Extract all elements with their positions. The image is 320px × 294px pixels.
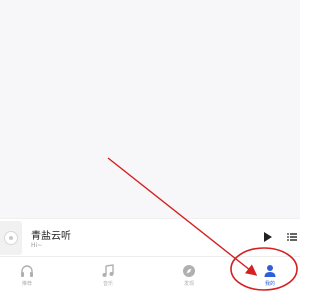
play-icon[interactable] (264, 232, 272, 242)
app-screen: 青盐云听 Hi~ 推荐 音乐 发现 我的 (0, 0, 300, 294)
mini-player[interactable]: 青盐云听 Hi~ (0, 218, 300, 257)
tab-music[interactable]: 音乐 (88, 257, 128, 294)
music-note-icon (102, 264, 114, 277)
tab-discover-label: 发现 (183, 281, 194, 287)
tab-mine[interactable]: 我的 (250, 257, 290, 294)
playlist-icon[interactable] (287, 232, 297, 242)
disc-icon (4, 231, 18, 245)
album-art[interactable] (0, 221, 22, 255)
tab-recommend-label: 推荐 (21, 281, 32, 287)
mini-player-title: 青盐云听 (31, 231, 71, 242)
mini-player-subtitle: Hi~ (31, 242, 43, 249)
main-content-area (0, 0, 300, 218)
tab-discover[interactable]: 发现 (169, 257, 209, 294)
tab-mine-label: 我的 (264, 281, 275, 287)
bottom-tab-bar: 推荐 音乐 发现 我的 (0, 256, 300, 294)
person-icon (264, 265, 276, 277)
headphones-icon (21, 265, 33, 277)
tab-music-label: 音乐 (102, 281, 113, 287)
tab-recommend[interactable]: 推荐 (7, 257, 47, 294)
compass-icon (183, 265, 195, 277)
